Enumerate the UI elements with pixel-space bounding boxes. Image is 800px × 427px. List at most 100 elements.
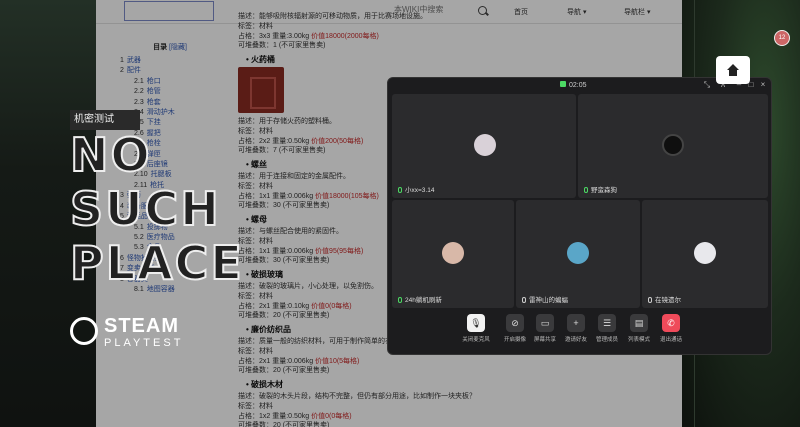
item-value: 价值10(5每格): [315, 357, 360, 365]
wiki-logo[interactable]: [124, 1, 214, 21]
item-tag: 标签：材料: [238, 22, 273, 30]
nav-guide[interactable]: 导航 ▾: [567, 7, 586, 17]
participant-tile[interactable]: 在镜遗尔: [642, 200, 768, 308]
toc-item-label: 枪口: [146, 77, 161, 85]
participant-name: 24h躺机刷新: [398, 294, 442, 304]
participant-name: 雷神山的蝙蝠: [522, 294, 568, 304]
item-description: 描述：破裂的木头片段，结构不完整，但仍有部分用途，比如制作一块夹板？: [238, 392, 476, 400]
toc-item-number: 2.2: [134, 88, 144, 96]
item-value: 价值0(0每格): [311, 412, 352, 420]
participant-tile[interactable]: 小xx=3.14: [392, 94, 576, 198]
invite-icon: +: [567, 314, 585, 332]
home-icon: [727, 64, 739, 76]
avatar: [567, 242, 589, 264]
mic-on-icon: [398, 187, 402, 193]
item-image: [238, 66, 284, 113]
nav-guide-label: 导航: [567, 9, 581, 16]
item-tag: 标签：材料: [238, 402, 273, 410]
chevron-down-icon: ▾: [646, 9, 651, 16]
steam-word: STEAM: [104, 315, 179, 337]
participant-tile[interactable]: 雷神山的蝙蝠: [516, 200, 640, 308]
mic-on-icon: [584, 187, 588, 193]
avatar: [474, 134, 496, 156]
mic-off-icon: [522, 297, 526, 303]
participant-tile[interactable]: 野蛮森狗: [578, 94, 768, 198]
screen-share-icon: ▭: [536, 314, 554, 332]
avatar: [694, 242, 716, 264]
toc-item-label: 枪管: [146, 88, 161, 96]
toc-item[interactable]: 2 配件: [120, 66, 220, 76]
participant-name-text: 野蛮森狗: [591, 187, 617, 194]
members-button[interactable]: ☰ 管理成员: [589, 314, 625, 343]
toc-hide-link[interactable]: [隐藏]: [169, 44, 187, 51]
list-mode-icon: ▤: [630, 314, 648, 332]
toc-title-text: 目录: [153, 44, 168, 51]
call-titlebar[interactable]: 02:05 ⤡ ⊼ – □ ×: [388, 78, 771, 92]
item-size-text: 占格：3x3 重量:3.00kg: [238, 32, 310, 40]
participant-name: 野蛮森狗: [584, 184, 617, 194]
toc-item-label: 枪套: [146, 98, 161, 106]
item-size: 占格：3x3 重量:3.00kg 价值18000(2000每格): [238, 32, 538, 42]
no-such-place-logo: 机密测试 NO SUCH PLACE: [69, 110, 243, 300]
hangup-icon: ✆: [662, 314, 680, 332]
toc-item-label: 配件: [126, 67, 141, 75]
item-value: 价值0(0每格): [311, 302, 352, 310]
item-stack: 可堆叠数：20 (不可家里售卖): [238, 422, 330, 427]
list-mode-button[interactable]: ▤ 列表模式: [621, 314, 657, 343]
avatar: [442, 242, 464, 264]
item-size-text: 占格：1x1 重量:0.006kg: [238, 192, 314, 200]
toc-item-number: 1: [120, 57, 124, 64]
steam-icon: [70, 317, 98, 345]
item-value: 价值18000(105每格): [315, 192, 379, 200]
call-controls: 🎙 关闭麦克风 ⊘ 开启摄像 ▭ 屏幕共享 + 邀请好友 ☰ 管理成员 ▤ 列表模式 ✆ 退出通话: [388, 314, 771, 348]
logo-word-2: SUCH: [69, 181, 221, 237]
item-size-text: 占格：1x2 重量:0.50kg: [238, 412, 310, 420]
nav-bar[interactable]: 导航栏 ▾: [624, 7, 650, 17]
control-label: 退出通话: [659, 337, 682, 343]
toc-item-number: 2: [120, 67, 124, 75]
avatar: [662, 134, 684, 156]
participant-name-text: 在镜遗尔: [655, 297, 681, 304]
members-icon: ☰: [598, 314, 616, 332]
toc-item-number: 2.3: [134, 98, 144, 106]
hangup-button[interactable]: ✆ 退出通话: [653, 314, 689, 343]
notification-badge[interactable]: 12: [774, 30, 790, 46]
logo-word-3: PLACE: [69, 235, 244, 291]
participant-tile[interactable]: 24h躺机刷新: [392, 200, 514, 308]
close-icon[interactable]: ×: [758, 80, 768, 90]
item-value: 价值200(50每格): [311, 137, 364, 145]
logo-word-1: NO: [69, 127, 152, 183]
mic-off-icon: [648, 297, 652, 303]
control-label: 列表模式: [627, 337, 650, 343]
nav-bar-label: 导航栏: [624, 9, 645, 16]
toc-item[interactable]: 1 武器: [120, 56, 220, 66]
video-call-window[interactable]: 02:05 ⤡ ⊼ – □ × 小xx=3.14 野蛮森狗 24h躺机刷新 雷神…: [387, 77, 772, 355]
toc-item[interactable]: 2.2 枪管: [120, 87, 220, 97]
mic-icon: 🎙: [467, 314, 485, 332]
collapse-icon[interactable]: ⤡: [702, 80, 712, 90]
confidential-test-tag: 机密测试: [70, 110, 140, 130]
steam-playtest-logo: STEAM PLAYTEST: [70, 315, 210, 355]
camera-off-icon: ⊘: [506, 314, 524, 332]
toc-item-number: 2.1: [134, 77, 144, 85]
item-size: 占格：2x1 重量:0.006kg 价值10(5每格): [238, 357, 538, 367]
control-label: 关闭麦克风: [462, 337, 490, 343]
control-label: 管理成员: [595, 337, 618, 343]
call-timer: 02:05: [560, 81, 587, 89]
item-size-text: 占格：2x2 重量:0.50kg: [238, 137, 310, 145]
item-heading: 破损木材: [246, 380, 538, 390]
item-description: 描述：能够吸附核辐射源的可移动物质，用于比赛场地设施。: [238, 13, 427, 20]
toc-title: 目录 [隐藏]: [120, 42, 220, 52]
toc-item-label: 武器: [126, 57, 141, 64]
mic-button[interactable]: 🎙 关闭麦克风: [458, 314, 494, 343]
home-button[interactable]: [716, 56, 750, 84]
item-size: 占格：1x2 重量:0.50kg 价值0(0每格): [238, 412, 538, 422]
mic-on-icon: [398, 297, 402, 303]
chevron-down-icon: ▾: [582, 9, 587, 16]
participant-name-text: 雷神山的蝙蝠: [529, 297, 568, 304]
toc-item[interactable]: 2.3 枪套: [120, 98, 220, 108]
item-value: 价值18000(2000每格): [311, 32, 379, 40]
participant-name: 小xx=3.14: [398, 184, 434, 194]
toc-item[interactable]: 2.1 枪口: [120, 77, 220, 87]
item-stack: 可堆叠数：20 (不可家里售卖): [238, 367, 330, 375]
